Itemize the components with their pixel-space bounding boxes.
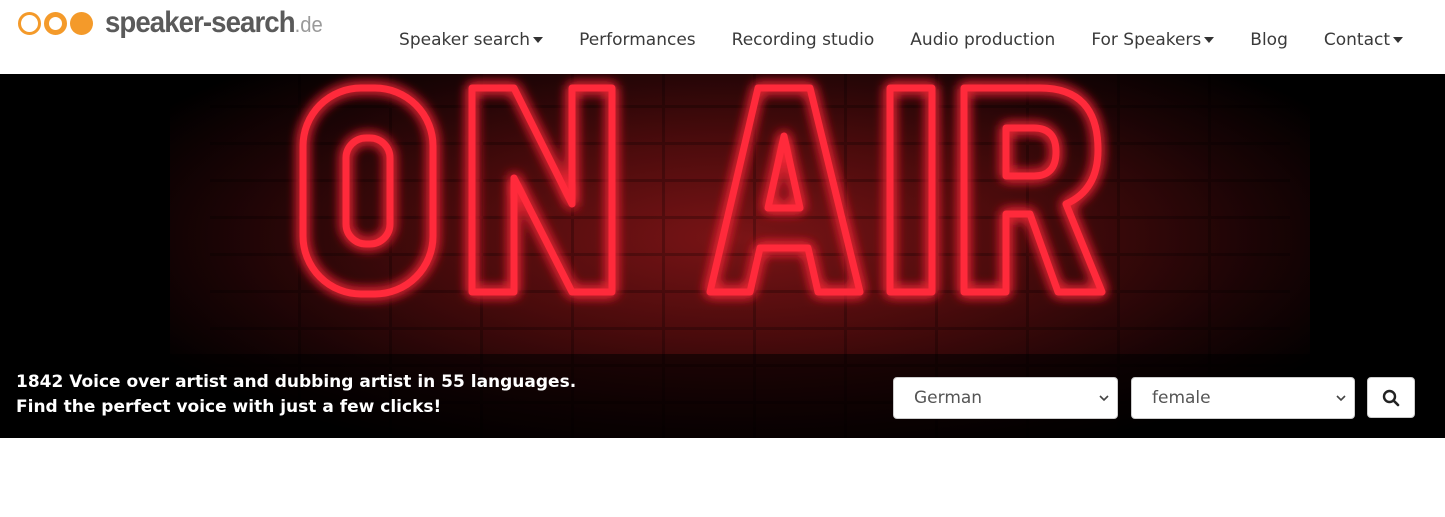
chevron-down-icon [1336, 395, 1346, 402]
nav-recording-studio[interactable]: Recording studio [732, 30, 875, 50]
caret-down-icon [1204, 37, 1215, 43]
nav-for-speakers[interactable]: For Speakers [1091, 30, 1215, 50]
main-nav: Speaker search Performances Recording st… [399, 30, 1403, 50]
nav-blog[interactable]: Blog [1250, 30, 1288, 50]
caret-down-icon [1393, 37, 1403, 43]
language-select[interactable]: German [893, 377, 1118, 419]
gender-select[interactable]: female [1131, 377, 1355, 419]
nav-speaker-search[interactable]: Speaker search [399, 30, 544, 50]
caret-down-icon [533, 37, 544, 43]
nav-performances[interactable]: Performances [579, 30, 696, 50]
hero-tagline: 1842 Voice over artist and dubbing artis… [16, 370, 576, 420]
site-logo[interactable]: speaker-search.de [18, 6, 342, 40]
hero-banner: 1842 Voice over artist and dubbing artis… [0, 74, 1445, 438]
logo-dots-icon [18, 11, 93, 35]
tagline-line-1: 1842 Voice over artist and dubbing artis… [16, 372, 577, 392]
search-button[interactable] [1367, 377, 1415, 418]
nav-audio-production[interactable]: Audio production [910, 30, 1055, 50]
search-icon [1382, 389, 1400, 406]
nav-contact[interactable]: Contact [1324, 30, 1403, 50]
chevron-down-icon [1099, 395, 1109, 402]
tagline-line-2: Find the perfect voice with just a few c… [16, 397, 442, 417]
logo-wordmark: speaker-search.de [105, 6, 323, 39]
site-header: speaker-search.de Speaker search Perform… [0, 0, 1445, 74]
